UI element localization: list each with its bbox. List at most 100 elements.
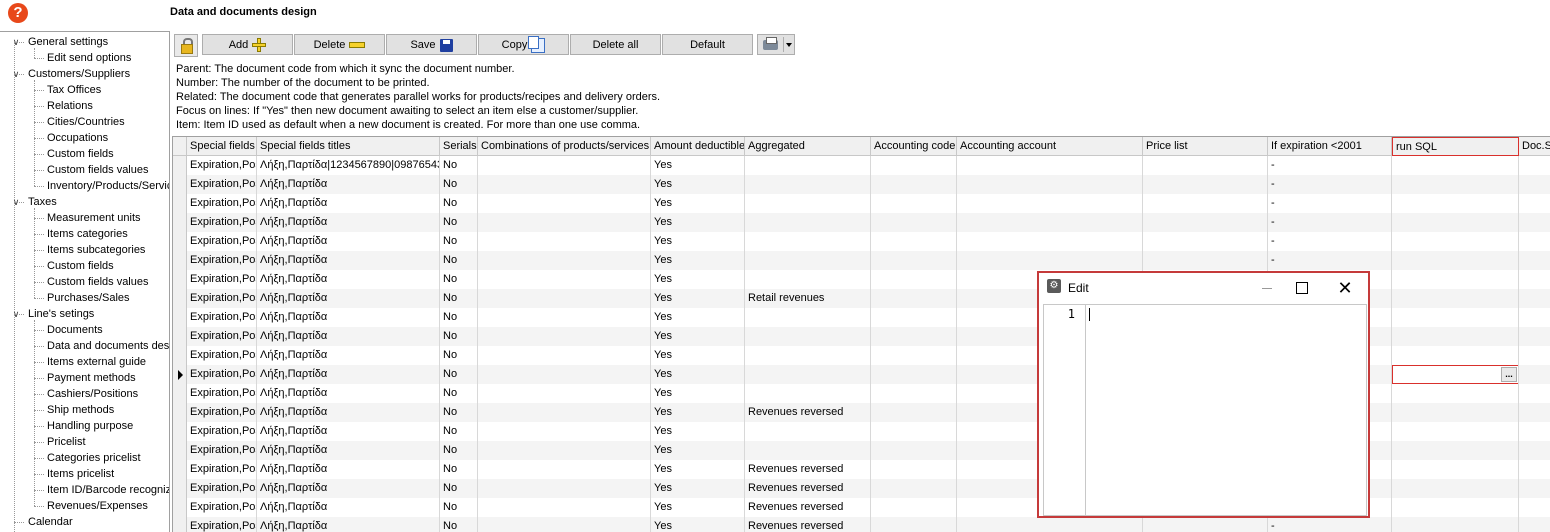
table-cell[interactable]: Retail revenues (745, 289, 871, 308)
table-cell[interactable]: Yes (651, 232, 745, 251)
table-cell[interactable]: No (440, 232, 478, 251)
tree-item[interactable]: Relations (45, 98, 93, 114)
table-cell[interactable]: Λήξη,Παρτίδα (257, 460, 440, 479)
tree-item[interactable]: Cities/Countries (45, 114, 125, 130)
table-cell[interactable] (745, 327, 871, 346)
row-indicator[interactable] (173, 213, 187, 232)
row-indicator[interactable] (173, 308, 187, 327)
row-indicator[interactable] (173, 175, 187, 194)
table-cell[interactable]: - (1268, 251, 1392, 270)
lock-button[interactable] (174, 34, 198, 57)
table-row[interactable]: Expiration,Pos Λήξη,Παρτίδα No Yes Revenues … (173, 517, 1550, 532)
table-cell[interactable]: No (440, 498, 478, 517)
table-cell[interactable]: Yes (651, 194, 745, 213)
table-cell[interactable]: Expiration,Pos (187, 251, 257, 270)
help-icon[interactable]: ? (8, 3, 28, 23)
row-indicator[interactable] (173, 156, 187, 175)
table-cell[interactable]: Yes (651, 156, 745, 175)
chevron-down-icon[interactable] (786, 43, 792, 47)
tree-item[interactable]: Handling purpose (45, 418, 133, 434)
table-cell[interactable]: Yes (651, 251, 745, 270)
table-cell[interactable]: No (440, 289, 478, 308)
table-cell[interactable]: Expiration,Pos (187, 308, 257, 327)
table-cell[interactable]: Expiration,Pos (187, 156, 257, 175)
column-header[interactable]: Special fields titles (257, 137, 440, 156)
table-cell[interactable]: Yes (651, 460, 745, 479)
tree-item[interactable]: Edit send options (45, 50, 131, 66)
column-header[interactable]: Doc.S (1519, 137, 1550, 156)
table-cell[interactable]: Yes (651, 441, 745, 460)
row-indicator[interactable] (173, 384, 187, 403)
tree-item[interactable]: Payment methods (45, 370, 136, 386)
tree-item[interactable]: Cashiers/Positions (45, 386, 138, 402)
table-cell[interactable]: Λήξη,Παρτίδα (257, 289, 440, 308)
table-cell[interactable]: Expiration,Pos (187, 517, 257, 532)
tree-item[interactable]: Items subcategories (45, 242, 145, 258)
tree-item[interactable]: Items external guide (45, 354, 146, 370)
column-header[interactable]: If expiration <2001 (1268, 137, 1392, 156)
table-cell[interactable]: Yes (651, 308, 745, 327)
table-cell[interactable]: Yes (651, 175, 745, 194)
table-cell[interactable]: Λήξη,Παρτίδα (257, 441, 440, 460)
column-header[interactable]: Accounting account (957, 137, 1143, 156)
table-cell[interactable]: Expiration,Pos (187, 384, 257, 403)
tree-item[interactable]: ∨ Line's setings (13, 306, 95, 322)
table-cell[interactable]: Λήξη,Παρτίδα (257, 251, 440, 270)
table-cell[interactable]: No (440, 422, 478, 441)
table-cell[interactable]: Yes (651, 517, 745, 532)
run-sql-cell-editor[interactable]: ... (1392, 365, 1519, 384)
tree-item[interactable]: Inventory/Products/Servic (45, 178, 169, 194)
table-cell[interactable]: - (1268, 213, 1392, 232)
table-cell[interactable]: Λήξη,Παρτίδα (257, 232, 440, 251)
delete-all-button[interactable]: Delete all (570, 34, 661, 55)
row-indicator[interactable] (173, 479, 187, 498)
table-cell[interactable]: - (1268, 175, 1392, 194)
table-cell[interactable]: Yes (651, 346, 745, 365)
table-cell[interactable]: Λήξη,Παρτίδα (257, 194, 440, 213)
table-cell[interactable]: Yes (651, 213, 745, 232)
table-cell[interactable]: No (440, 308, 478, 327)
row-indicator[interactable] (173, 232, 187, 251)
tree-item[interactable]: Calendar (26, 514, 73, 530)
row-indicator[interactable] (173, 327, 187, 346)
table-cell[interactable] (745, 251, 871, 270)
table-cell[interactable] (745, 365, 871, 384)
table-cell[interactable]: Λήξη,Παρτίδα (257, 365, 440, 384)
tree-item[interactable]: Documents (45, 322, 103, 338)
table-cell[interactable] (745, 384, 871, 403)
table-cell[interactable]: Revenues reversed (745, 517, 871, 532)
table-cell[interactable]: No (440, 346, 478, 365)
table-cell[interactable]: Yes (651, 403, 745, 422)
table-cell[interactable]: Expiration,Pos (187, 194, 257, 213)
column-header[interactable]: Amount deductible (651, 137, 745, 156)
tree-item[interactable]: Revenues/Expenses (45, 498, 148, 514)
row-indicator[interactable] (173, 403, 187, 422)
table-row[interactable]: Expiration,Pos Λήξη,Παρτίδα No Yes - (173, 213, 1550, 232)
table-row[interactable]: Expiration,Pos Λήξη,Παρτίδα No Yes - (173, 232, 1550, 251)
save-button[interactable]: Save (386, 34, 477, 55)
table-cell[interactable]: No (440, 460, 478, 479)
row-indicator[interactable] (173, 460, 187, 479)
table-cell[interactable]: No (440, 384, 478, 403)
table-cell[interactable]: Expiration,Pos (187, 346, 257, 365)
table-cell[interactable]: No (440, 441, 478, 460)
table-row[interactable]: Expiration,Pos Λήξη,Παρτίδα No Yes - (173, 175, 1550, 194)
sql-editor[interactable]: 1 (1043, 304, 1367, 516)
row-indicator[interactable] (173, 498, 187, 517)
column-header[interactable]: Special fields (187, 137, 257, 156)
tree-item[interactable]: Items categories (45, 226, 128, 242)
row-indicator[interactable] (173, 270, 187, 289)
table-cell[interactable]: No (440, 213, 478, 232)
table-cell[interactable]: Λήξη,Παρτίδα|1234567890|098765432 (257, 156, 440, 175)
tree-item[interactable]: Categories pricelist (45, 450, 141, 466)
table-cell[interactable]: Yes (651, 479, 745, 498)
table-cell[interactable]: Λήξη,Παρτίδα (257, 479, 440, 498)
table-cell[interactable]: No (440, 479, 478, 498)
table-cell[interactable]: Expiration,Pos (187, 441, 257, 460)
table-cell[interactable] (745, 270, 871, 289)
tree-item[interactable]: Purchases/Sales (45, 290, 130, 306)
table-row[interactable]: Expiration,Pos Λήξη,Παρτίδα No Yes - (173, 251, 1550, 270)
table-cell[interactable]: Yes (651, 270, 745, 289)
table-cell[interactable] (745, 194, 871, 213)
table-cell[interactable]: Expiration,Pos (187, 422, 257, 441)
